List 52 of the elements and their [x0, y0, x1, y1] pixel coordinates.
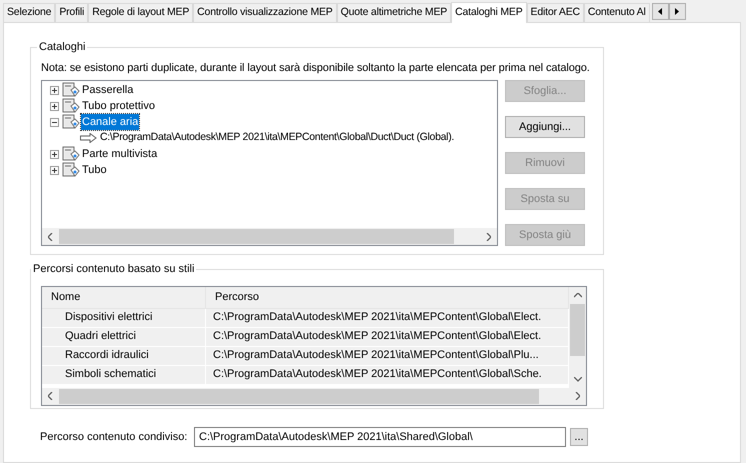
catalog-icon [62, 146, 80, 162]
tab[interactable]: Contenuto Al [584, 3, 650, 22]
tab[interactable]: Editor AEC [526, 3, 584, 22]
scroll-tabs-right-button[interactable] [668, 3, 686, 20]
horizontal-scrollbar[interactable] [42, 388, 586, 404]
note-text: Nota: se esistono parti duplicate, durante il layout sarà disponibile soltanto la parte elencata per prima nel catalogo. [41, 60, 591, 76]
scroll-tabs-left-button[interactable] [652, 3, 669, 20]
tab[interactable]: Cataloghi MEP [451, 2, 527, 23]
tree-item[interactable]: Canale aria [81, 114, 140, 130]
table-cell: Simboli schematici [42, 366, 206, 384]
scroll-left-icon[interactable] [48, 392, 53, 400]
tree-item[interactable]: Parte multivista [81, 146, 158, 162]
expand-icon[interactable] [50, 86, 59, 94]
catalog-button[interactable]: Aggiungi... [505, 116, 585, 138]
table-cell: Quadri elettrici [42, 328, 206, 346]
tree-item[interactable]: Tubo protettivo [81, 98, 156, 114]
scrollbar-thumb[interactable] [59, 388, 539, 404]
scroll-right-icon[interactable] [575, 392, 580, 400]
shared-path-label: Percorso contenuto condiviso: [40, 430, 188, 445]
arrow-icon [80, 133, 97, 143]
expand-icon[interactable] [50, 102, 59, 110]
tree-item[interactable]: Tubo [81, 162, 108, 178]
table-cell: Raccordi idraulici [42, 346, 206, 364]
scroll-up-icon[interactable] [574, 292, 582, 298]
scrollbar-thumb[interactable] [59, 229, 454, 244]
tree-item[interactable]: C:\ProgramData\Autodesk\MEP 2021\ita\MEPContent\Global\Duct\Duct (Global). [100, 130, 454, 146]
scroll-right-icon[interactable] [486, 232, 491, 240]
catalog-icon [62, 114, 80, 130]
tab[interactable]: Controllo visualizzazione MEP [193, 3, 337, 22]
table-cell: Dispositivi elettrici [42, 308, 206, 326]
vertical-scrollbar[interactable] [569, 286, 586, 388]
left-triangle-icon [658, 8, 662, 15]
browse-button[interactable]: ... [570, 428, 588, 446]
catalog-icon [62, 162, 80, 178]
tab[interactable]: Regole di layout MEP [88, 3, 194, 22]
horizontal-scrollbar[interactable] [42, 228, 497, 245]
collapse-icon[interactable] [50, 118, 59, 126]
expand-icon[interactable] [50, 166, 59, 174]
tab[interactable]: Selezione [3, 3, 56, 22]
group-title: Cataloghi [38, 40, 86, 55]
tab[interactable]: Quote altimetriche MEP [336, 3, 452, 22]
scroll-left-icon[interactable] [48, 232, 53, 240]
column-header[interactable]: Nome [42, 286, 206, 308]
shared-path-field[interactable]: C:\ProgramData\Autodesk\MEP 2021\ita\Shared\Global\ [194, 427, 566, 447]
catalog-icon [62, 98, 80, 114]
right-triangle-icon [675, 8, 680, 15]
group-title: Percorsi contenuto basato su stili [32, 262, 196, 277]
tree-item[interactable]: Passerella [81, 82, 134, 98]
tab[interactable]: Profili [55, 3, 88, 22]
expand-icon[interactable] [50, 150, 59, 158]
scroll-down-icon[interactable] [574, 376, 582, 382]
scrollbar-thumb[interactable] [570, 304, 585, 356]
